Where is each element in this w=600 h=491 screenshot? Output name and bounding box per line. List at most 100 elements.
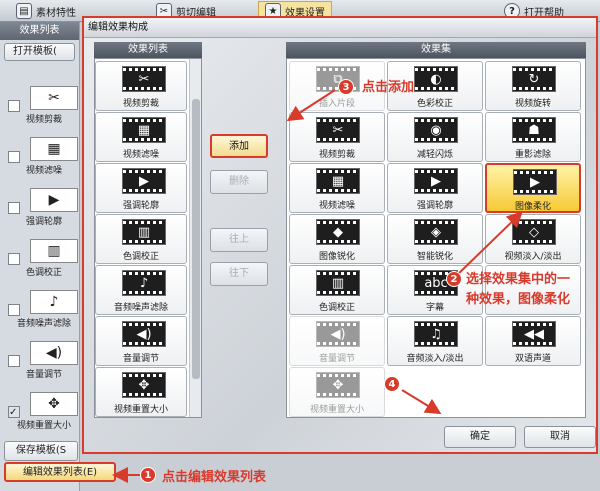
tile-label: 音频淡入/淡出 — [406, 354, 464, 364]
effect-set-pane: ⧉ 插入片段 ◐ 色彩校正 ↻ 视频旋转 ✂ 视频剪裁 ◉ 减轻闪烁 ☗ 重影滤除 ▦ 视频滤噪 ▶ 强调轮廓… — [286, 58, 586, 418]
sidebar-effect-label: 音量调节 — [25, 370, 62, 380]
effect-list-tile[interactable]: ◀) 音量调节 — [95, 316, 187, 366]
tile-label: 视频滤噪 — [318, 201, 355, 211]
effect-set-tile[interactable]: ◈ 智能锐化 — [387, 214, 483, 264]
sidebar-title: 效果列表 — [0, 22, 79, 40]
soften-icon: ▶ — [513, 169, 557, 195]
tile-label: 音量调节 — [318, 354, 355, 364]
sidebar-effect-item[interactable]: ♪ 音频噪声滤除 — [4, 286, 78, 332]
rotate-icon: ↻ — [512, 66, 556, 92]
tile-label: 强调轮廓 — [416, 201, 453, 211]
noise-icon: ▦ — [122, 117, 166, 143]
step2-text-line1: 选择效果集中的一 — [466, 272, 571, 287]
effect-list-scrollbar[interactable] — [189, 59, 201, 417]
step1-text: 点击编辑效果列表 — [162, 470, 267, 485]
tile-label: 色彩校正 — [416, 99, 453, 109]
noise-icon: ▦ — [30, 137, 78, 161]
tile-label: 双语声道 — [514, 354, 551, 364]
resize-icon: ✥ — [122, 372, 166, 398]
effect-set-header: 效果集 — [286, 42, 586, 58]
sidebar-effect-item[interactable]: ✂ 视频剪裁 — [4, 82, 78, 128]
tile-label: 图像柔化 — [514, 202, 551, 212]
resize-icon: ✥ — [30, 392, 78, 416]
effect-checkbox[interactable] — [8, 151, 20, 163]
open-template-button[interactable]: 打开模板( — [4, 43, 75, 61]
speaker-icon: ◀) — [316, 321, 360, 347]
sharpen-icon: ◆ — [316, 219, 360, 245]
tile-label: 色调校正 — [318, 303, 355, 313]
tile-label: 减轻闪烁 — [416, 150, 453, 160]
effect-list-tile[interactable]: ▶ 强调轮廓 — [95, 163, 187, 213]
edit-effect-list-button[interactable]: 编辑效果列表(E) — [4, 462, 116, 482]
tile-label: 音量调节 — [122, 354, 159, 364]
effect-list-tile[interactable]: ♪ 音频噪声滤除 — [95, 265, 187, 315]
effect-set-tile[interactable]: ▶ 强调轮廓 — [387, 163, 483, 213]
audio-fade-icon: ♫ — [414, 321, 458, 347]
music-note-icon: ♪ — [30, 290, 78, 314]
effect-set-tile[interactable]: ◉ 减轻闪烁 — [387, 112, 483, 162]
step3-text: 点击添加 — [362, 80, 415, 95]
toolbar-label: 素材特性 — [36, 7, 76, 19]
sidebar-effect-label: 视频剪裁 — [25, 115, 62, 125]
effect-set-tile[interactable]: ✥ 视频重置大小 — [289, 367, 385, 417]
effect-checkbox[interactable] — [8, 355, 20, 367]
tile-label: 强调轮廓 — [122, 201, 159, 211]
toolbar-material-button[interactable]: ▤ 素材特性 — [10, 1, 82, 21]
dialog-body: 效果列表 ✂ 视频剪裁 ▦ 视频滤噪 ▶ 强调轮廓 ▥ 色调校正 ♪ 音频噪声滤除 ◀) 音量调节 ✥ 视… — [84, 38, 596, 452]
scrollbar-thumb[interactable] — [192, 99, 200, 379]
step-badge: 3 — [338, 79, 354, 95]
sidebar-effect-item[interactable]: ✓ ✥ 视频重置大小 — [4, 388, 78, 434]
color-correct-icon: ◐ — [414, 66, 458, 92]
effect-set-tile[interactable]: ◀◀ 双语声道 — [485, 316, 581, 366]
effect-set-tile[interactable]: ◀) 音量调节 — [289, 316, 385, 366]
sidebar-effect-item[interactable]: ▥ 色调校正 — [4, 235, 78, 281]
effect-set-tile[interactable]: ◇ 视频淡入/淡出 — [485, 214, 581, 264]
effect-checkbox[interactable] — [8, 304, 20, 316]
effect-list-tile[interactable]: ▦ 视频滤噪 — [95, 112, 187, 162]
effect-set-tile[interactable]: ▥ 色调校正 — [289, 265, 385, 315]
effect-set-tile[interactable]: ☗ 重影滤除 — [485, 112, 581, 162]
music-note-icon: ♪ — [122, 270, 166, 296]
effect-set-tile[interactable]: ✂ 视频剪裁 — [289, 112, 385, 162]
color-bars-icon: ▥ — [316, 270, 360, 296]
scissors-icon: ✂ — [316, 117, 360, 143]
effect-set-tile[interactable]: ↻ 视频旋转 — [485, 61, 581, 111]
sidebar-effect-label: 音频噪声滤除 — [16, 319, 71, 329]
add-button[interactable]: 添加 — [210, 134, 268, 158]
effect-checkbox[interactable] — [8, 202, 20, 214]
step-badge: 1 — [140, 467, 156, 483]
sidebar-effect-item[interactable]: ◀) 音量调节 — [4, 337, 78, 383]
color-bars-icon: ▥ — [30, 239, 78, 263]
contour-icon: ▶ — [30, 188, 78, 212]
effect-list-tile[interactable]: ✥ 视频重置大小 — [95, 367, 187, 417]
effect-set-tile[interactable]: ▦ 视频滤噪 — [289, 163, 385, 213]
effect-checkbox[interactable] — [8, 253, 20, 265]
sidebar-effect-label: 强调轮廓 — [25, 217, 62, 227]
sidebar-effect-label: 色调校正 — [25, 268, 62, 278]
effect-list-header: 效果列表 — [94, 42, 202, 58]
effect-checkbox[interactable]: ✓ — [8, 406, 20, 418]
effect-set-tile[interactable]: ▶ 图像柔化 — [485, 163, 581, 213]
effect-checkbox[interactable] — [8, 100, 20, 112]
remove-button[interactable]: 删除 — [210, 170, 268, 194]
cancel-button[interactable]: 取消 — [524, 426, 596, 448]
tile-label: 视频剪裁 — [318, 150, 355, 160]
effect-list-tile[interactable]: ▥ 色调校正 — [95, 214, 187, 264]
effect-list-pane: ✂ 视频剪裁 ▦ 视频滤噪 ▶ 强调轮廓 ▥ 色调校正 ♪ 音频噪声滤除 ◀) 音量调节 ✥ 视频重置大小 — [94, 58, 202, 418]
step-badge: 4 — [384, 376, 400, 392]
tile-label: 视频重置大小 — [113, 405, 168, 415]
step2-text-line2: 种效果，图像柔化 — [466, 292, 571, 307]
eye-icon: ◉ — [414, 117, 458, 143]
save-template-button[interactable]: 保存模板(S — [4, 441, 78, 461]
effect-list-tile[interactable]: ✂ 视频剪裁 — [95, 61, 187, 111]
tile-label: 色调校正 — [122, 252, 159, 262]
effect-set-tile[interactable]: ◆ 图像锐化 — [289, 214, 385, 264]
sidebar-effect-item[interactable]: ▶ 强调轮廓 — [4, 184, 78, 230]
move-up-button[interactable]: 往上 — [210, 228, 268, 252]
effect-set-tile[interactable]: ♫ 音频淡入/淡出 — [387, 316, 483, 366]
tile-label: 音频噪声滤除 — [113, 303, 168, 313]
tile-label: 视频剪裁 — [122, 99, 159, 109]
move-down-button[interactable]: 往下 — [210, 262, 268, 286]
sidebar-effect-item[interactable]: ▦ 视频滤噪 — [4, 133, 78, 179]
ok-button[interactable]: 确定 — [444, 426, 516, 448]
